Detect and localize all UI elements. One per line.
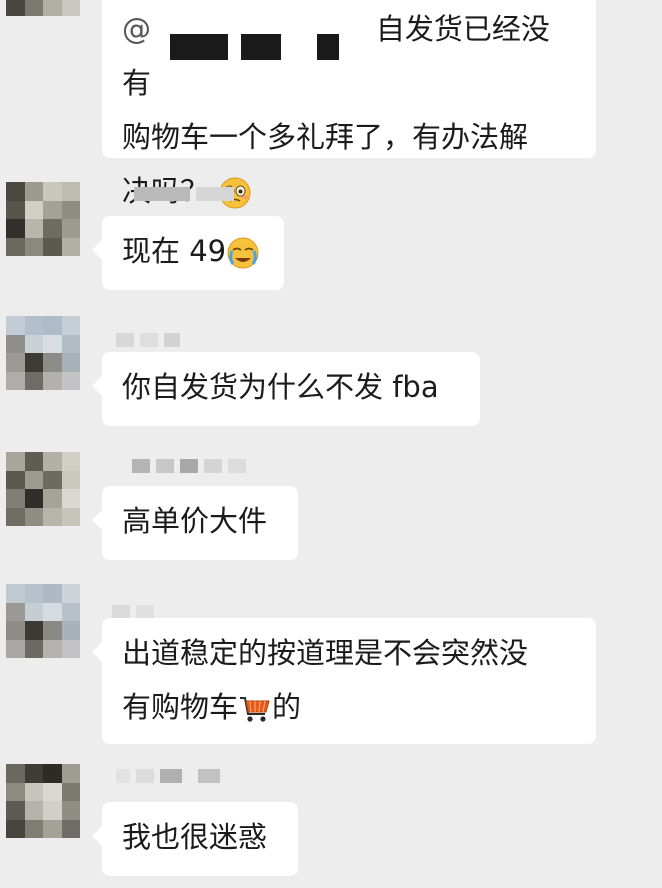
message-text: 高单价大件 xyxy=(122,504,268,538)
avatar[interactable] xyxy=(6,584,80,658)
redacted-sender-name xyxy=(116,768,220,784)
shopping-cart-icon xyxy=(240,697,270,722)
message-text: 出道稳定的按道理是不会突然没 xyxy=(122,636,529,670)
redacted-username xyxy=(151,18,339,60)
mention-symbol: @ xyxy=(122,12,151,46)
redacted-sender-name xyxy=(134,186,234,202)
redacted-sender-name xyxy=(132,458,246,474)
redacted-sender-name xyxy=(116,332,180,348)
message-text: 购物车一个多礼拜了，有办法解 xyxy=(122,120,529,154)
message-bubble[interactable]: 我也很迷惑 xyxy=(92,802,298,876)
message-text: 你自发货为什么不发 fba xyxy=(122,370,439,404)
avatar[interactable] xyxy=(6,0,80,16)
message-bubble[interactable]: 出道稳定的按道理是不会突然没 有购物车 的 xyxy=(92,618,596,744)
message-bubble[interactable]: @ 自发货已经没有 购物车一个多礼拜了，有办法解 决吗？ xyxy=(102,0,596,209)
crying-face-icon xyxy=(227,237,259,269)
message-bubble[interactable]: 你自发货为什么不发 fba xyxy=(92,352,480,426)
message-text: 现在 49 xyxy=(122,234,227,268)
message-text: 我也很迷惑 xyxy=(122,820,268,854)
message-text: 有购物车 xyxy=(122,690,239,724)
avatar[interactable] xyxy=(6,316,80,390)
message-text: 的 xyxy=(272,690,302,724)
message-bubble[interactable]: 高单价大件 xyxy=(92,486,298,560)
avatar[interactable] xyxy=(6,182,80,256)
avatar[interactable] xyxy=(6,452,80,526)
message-bubble[interactable]: 现在 49 xyxy=(92,216,284,290)
avatar[interactable] xyxy=(6,764,80,838)
